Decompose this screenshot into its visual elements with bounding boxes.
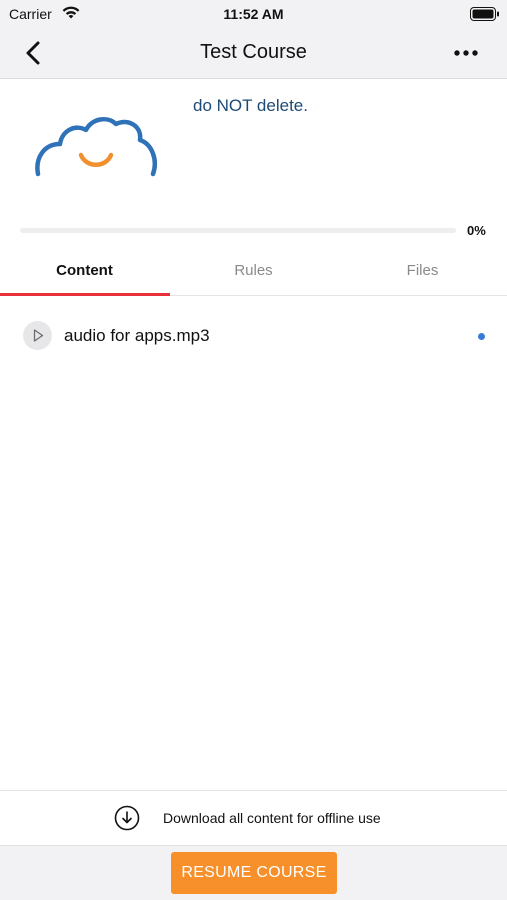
tab-rules[interactable]: Rules xyxy=(169,250,338,296)
download-circle-icon xyxy=(114,805,140,836)
more-horizontal-icon xyxy=(454,50,478,56)
list-item[interactable]: audio for apps.mp3 xyxy=(0,314,507,358)
course-progress-bar xyxy=(20,228,456,233)
course-progress-label: 0% xyxy=(467,223,486,238)
battery-icon xyxy=(470,7,500,26)
unread-indicator xyxy=(478,333,485,340)
tab-content[interactable]: Content xyxy=(0,250,169,296)
bottom-action-area: RESUME COURSE xyxy=(0,845,507,900)
course-logo xyxy=(32,110,160,187)
tab-bar: Content Rules Files xyxy=(0,250,507,296)
tab-files[interactable]: Files xyxy=(338,250,507,296)
content-item-title: audio for apps.mp3 xyxy=(64,326,210,345)
status-time: 11:52 AM xyxy=(223,6,284,22)
course-detail-screen: Carrier 11:52 AM Test Course do NOT dele… xyxy=(0,0,507,900)
status-bar: Carrier 11:52 AM xyxy=(0,0,507,28)
resume-course-button[interactable]: RESUME COURSE xyxy=(171,852,337,894)
download-all-label: Download all content for offline use xyxy=(163,810,381,826)
download-all-button[interactable]: Download all content for offline use xyxy=(0,790,507,845)
navigation-bar: Test Course xyxy=(0,28,507,79)
more-options-button[interactable] xyxy=(449,38,483,68)
page-title: Test Course xyxy=(200,41,307,63)
play-icon[interactable] xyxy=(23,321,52,350)
active-tab-indicator xyxy=(0,293,170,296)
course-description: do NOT delete. xyxy=(193,96,308,115)
